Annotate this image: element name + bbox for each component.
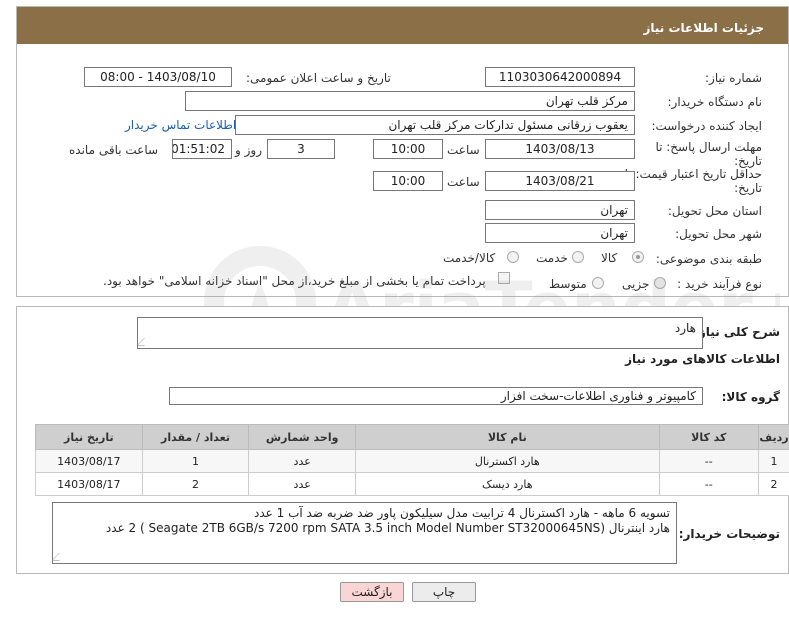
remaining-time-field[interactable]: 01:51:02: [172, 139, 232, 159]
goods-info-title: اطلاعات کالاهای مورد نیاز: [625, 352, 780, 366]
price-time-label: ساعت: [447, 175, 480, 189]
category-option-goods-service: کالا/خدمت: [443, 251, 496, 265]
city-label: شهر محل تحویل:: [675, 227, 762, 241]
cell-name: هارد دیسک: [355, 472, 660, 496]
cell-date: 1403/08/17: [35, 449, 143, 473]
goods-table-header: ردیف کد کالا نام کالا واحد شمارش تعداد /…: [35, 424, 789, 450]
requester-label: ایجاد کننده درخواست:: [651, 119, 762, 133]
need-details-panel: جزئیات اطلاعات نیاز شماره نیاز: 11030306…: [16, 6, 789, 297]
cell-code: --: [658, 449, 760, 473]
treasury-payment-checkbox[interactable]: [498, 272, 510, 284]
category-radio-goods-service[interactable]: [507, 251, 519, 263]
col-row: ردیف: [758, 424, 789, 450]
cell-quantity: 1: [141, 449, 250, 473]
province-label: استان محل تحویل:: [667, 204, 762, 218]
goods-group-field[interactable]: کامپیوتر و فناوری اطلاعات-سخت افزار: [169, 387, 703, 405]
cell-row: 2: [758, 472, 789, 496]
goods-details-panel: شرح کلی نیاز: هارد اطلاعات کالاهای مورد …: [16, 306, 789, 574]
buyer-contact-link[interactable]: اطلاعات تماس خریدار: [125, 118, 236, 132]
panel-title: جزئیات اطلاعات نیاز: [17, 7, 788, 44]
requester-field[interactable]: یعقوب زرقانی مسئول تدارکات مرکز قلب تهرا…: [235, 115, 635, 135]
price-date-field[interactable]: 1403/08/21: [485, 171, 635, 191]
days-label: روز و: [235, 143, 262, 157]
table-row[interactable]: 2 -- هارد دیسک عدد 2 1403/08/17: [35, 472, 789, 496]
cell-date: 1403/08/17: [35, 472, 143, 496]
process-radio-medium[interactable]: [592, 277, 604, 289]
announce-datetime-field[interactable]: 1403/08/10 - 08:00: [84, 67, 232, 87]
summary-label: شرح کلی نیاز:: [694, 325, 780, 339]
reply-time-field[interactable]: 10:00: [373, 139, 443, 159]
reply-deadline-label-2: تاریخ:: [734, 154, 762, 168]
col-name: نام کالا: [355, 424, 660, 450]
buyer-notes-line-1: تسویه 6 ماهه - هارد اکسترنال 4 ترابیت مد…: [254, 506, 670, 520]
days-field[interactable]: 3: [267, 139, 335, 159]
back-button[interactable]: بازگشت: [340, 582, 404, 602]
col-unit: واحد شمارش: [248, 424, 356, 450]
reply-deadline-label: مهلت ارسال پاسخ: تا: [655, 140, 762, 154]
summary-textarea[interactable]: هارد: [137, 317, 703, 349]
table-row[interactable]: 1 -- هارد اکسترنال عدد 1 1403/08/17: [35, 449, 789, 473]
process-label: نوع فرآیند خرید :: [677, 277, 762, 291]
cell-unit: عدد: [248, 472, 356, 496]
process-radio-minor[interactable]: [654, 277, 666, 289]
treasury-payment-note: پرداخت تمام یا بخشی از مبلغ خرید،از محل …: [103, 274, 486, 288]
goods-group-label: گروه کالا:: [721, 390, 780, 404]
category-option-service: خدمت: [536, 251, 568, 265]
col-date: تاریخ نیاز: [35, 424, 143, 450]
buyer-org-label: نام دستگاه خریدار:: [667, 95, 763, 109]
need-number-field[interactable]: 1103030642000894: [485, 67, 635, 87]
cell-name: هارد اکسترنال: [355, 449, 660, 473]
resize-handle-icon[interactable]: [53, 553, 67, 561]
process-option-medium: متوسط: [549, 277, 587, 291]
reply-time-label: ساعت: [447, 143, 480, 157]
cell-code: --: [658, 472, 760, 496]
col-quantity: تعداد / مقدار: [141, 424, 250, 450]
process-option-minor: جزیی: [622, 277, 650, 291]
need-number-label: شماره نیاز:: [705, 71, 762, 85]
buyer-org-field[interactable]: مرکز قلب تهران: [185, 91, 635, 111]
resize-handle-icon[interactable]: [138, 338, 152, 346]
buyer-notes-line-2: هارد اینترنال (Seagate 2TB 6GB/s 7200 rp…: [105, 521, 670, 535]
print-button[interactable]: چاپ: [412, 582, 476, 602]
reply-date-field[interactable]: 1403/08/13: [485, 139, 635, 159]
category-radio-goods[interactable]: [632, 251, 644, 263]
cell-unit: عدد: [248, 449, 356, 473]
category-label: طبقه بندی موضوعی:: [655, 252, 762, 266]
price-validity-label: حداقل تاریخ اعتبار قیمت: تا: [624, 167, 762, 181]
cell-quantity: 2: [141, 472, 250, 496]
announce-datetime-label: تاریخ و ساعت اعلان عمومی:: [246, 71, 391, 85]
province-field[interactable]: تهران: [485, 200, 635, 220]
goods-table: ردیف کد کالا نام کالا واحد شمارش تعداد /…: [35, 424, 789, 496]
category-option-goods: کالا: [601, 251, 618, 265]
summary-text: هارد: [674, 321, 696, 335]
buyer-notes-label: توضیحات خریدار:: [678, 527, 780, 541]
price-time-field[interactable]: 10:00: [373, 171, 443, 191]
price-validity-label-2: تاریخ:: [734, 181, 762, 195]
cell-row: 1: [758, 449, 789, 473]
category-radio-service[interactable]: [572, 251, 584, 263]
col-code: کد کالا: [658, 424, 760, 450]
city-field[interactable]: تهران: [485, 223, 635, 243]
buyer-notes-textarea[interactable]: تسویه 6 ماهه - هارد اکسترنال 4 ترابیت مد…: [52, 502, 677, 564]
remaining-time-label: ساعت باقی مانده: [69, 143, 159, 157]
